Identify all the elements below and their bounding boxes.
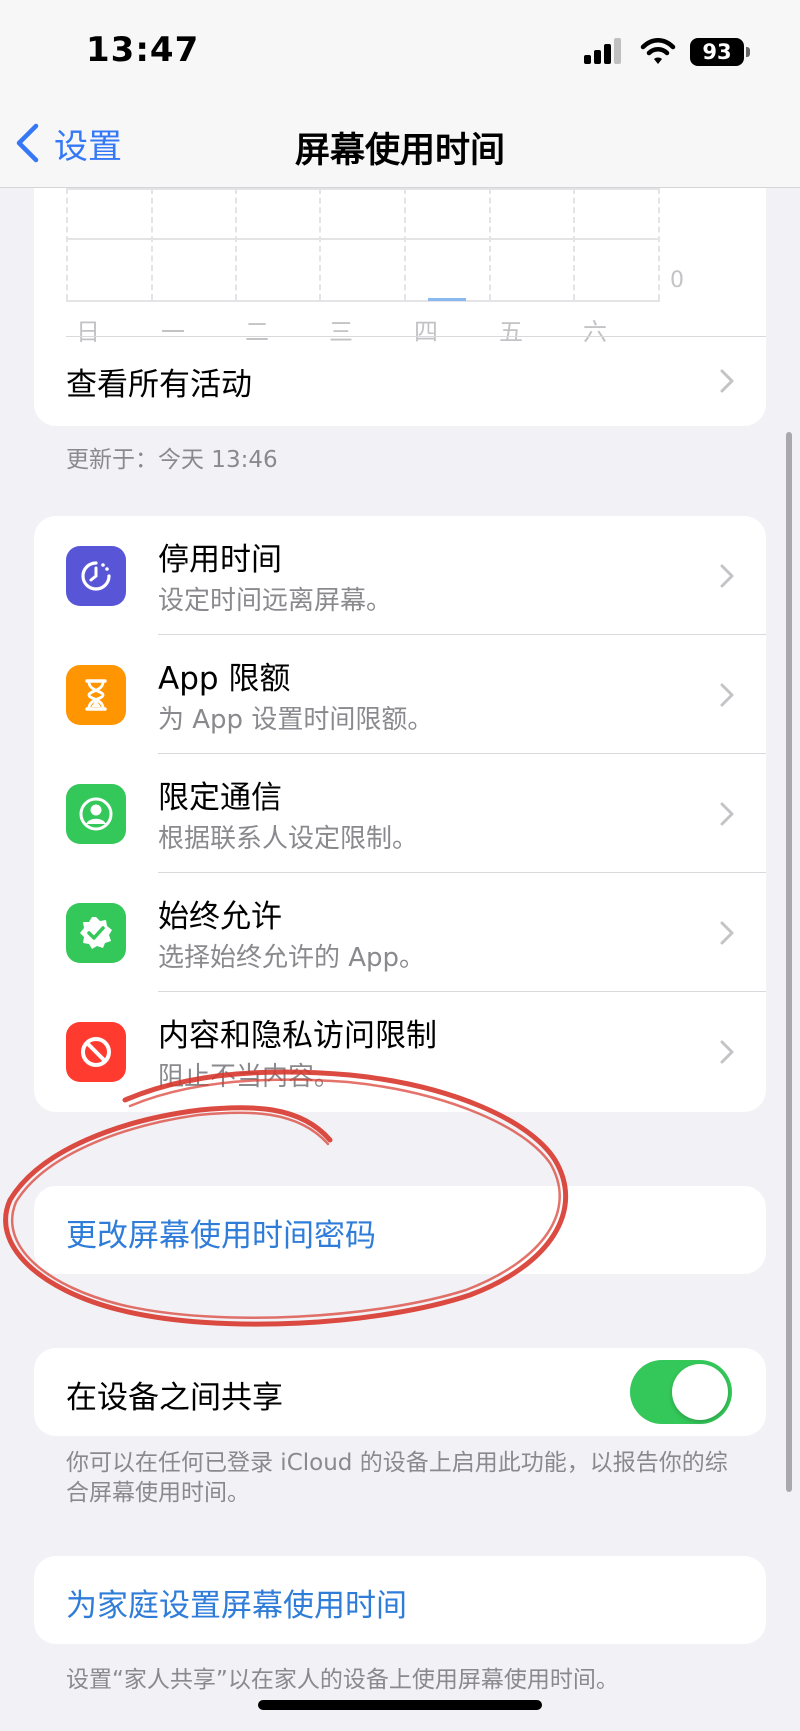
feature-title: 始终允许 [158,899,282,935]
see-all-activity-row[interactable]: 查看所有活动 [66,336,766,426]
chart-day-divider [151,188,153,300]
y-axis-zero-label: 0 [670,268,684,293]
app-limits-row[interactable]: App 限额 为 App 设置时间限额。 [34,635,766,754]
see-all-activity-label: 查看所有活动 [66,366,252,403]
toggle-knob [672,1364,728,1420]
feature-subtitle: 选择始终允许的 App。 [158,943,426,973]
share-toggle[interactable] [630,1360,732,1424]
battery-icon: 93 [690,38,744,66]
chart-day-divider [573,188,575,300]
family-setup-label: 为家庭设置屏幕使用时间 [66,1588,407,1624]
chevron-right-icon [720,683,734,707]
chart-day-divider [66,188,68,300]
navigation-bar: 设置 屏幕使用时间 [0,100,800,188]
feature-title: App 限额 [158,661,291,697]
share-across-devices-label: 在设备之间共享 [66,1380,283,1416]
family-setup-button[interactable]: 为家庭设置屏幕使用时间 [34,1556,766,1644]
chevron-right-icon [720,369,734,393]
downtime-icon [66,546,126,606]
prohibited-icon [66,1022,126,1082]
chart-gridline [66,238,660,240]
today-bar [428,298,466,301]
page-title: 屏幕使用时间 [294,131,505,171]
clock: 13:47 [86,30,200,70]
chart-day-divider [319,188,321,300]
cellular-signal-icon [584,38,626,64]
home-indicator[interactable] [258,1700,542,1710]
communication-limits-row[interactable]: 限定通信 根据联系人设定限制。 [34,754,766,873]
share-across-devices-row: 在设备之间共享 [34,1348,766,1436]
battery-tip [746,47,750,57]
status-bar: 13:47 93 [0,0,800,100]
family-footnote: 设置“家人共享”以在家人的设备上使用屏幕使用时间。 [66,1667,619,1693]
chart-gridline [66,188,660,190]
chevron-right-icon [720,802,734,826]
feature-subtitle: 为 App 设置时间限额。 [158,705,434,735]
feature-title: 停用时间 [158,542,282,578]
wifi-icon [640,38,676,64]
chevron-right-icon [720,564,734,588]
contact-icon [66,784,126,844]
chart-baseline [66,300,660,302]
scrollbar[interactable] [786,432,792,1492]
chart-day-divider [235,188,237,300]
checkmark-badge-icon [66,903,126,963]
screen-time-page: 日一二三四五六 0 查看所有活动 更新于：今天 13:46 停用时间 设定时间远… [0,0,800,1731]
chevron-right-icon [720,921,734,945]
updated-timestamp: 更新于：今天 13:46 [66,447,278,473]
chart-day-divider [404,188,406,300]
content-privacy-row[interactable]: 内容和隐私访问限制 阻止不当内容。 [34,992,766,1111]
feature-title: 限定通信 [158,780,282,816]
chart-day-divider [658,188,660,300]
feature-subtitle: 阻止不当内容。 [158,1062,341,1092]
chart-day-divider [489,188,491,300]
change-passcode-button[interactable]: 更改屏幕使用时间密码 [34,1186,766,1274]
feature-subtitle: 设定时间远离屏幕。 [158,586,393,616]
share-footnote: 你可以在任何已登录 iCloud 的设备上启用此功能，以报告你的综合屏幕使用时间… [66,1450,728,1506]
hourglass-icon [66,665,126,725]
chevron-right-icon [720,1040,734,1064]
always-allowed-row[interactable]: 始终允许 选择始终允许的 App。 [34,873,766,992]
change-passcode-label: 更改屏幕使用时间密码 [66,1218,376,1254]
downtime-row[interactable]: 停用时间 设定时间远离屏幕。 [34,516,766,635]
usage-chart: 日一二三四五六 0 [66,188,692,346]
features-list: 停用时间 设定时间远离屏幕。 App 限额 为 App 设置时间限额。 限定通信… [34,516,766,1112]
feature-title: 内容和隐私访问限制 [158,1018,437,1054]
feature-subtitle: 根据联系人设定限制。 [158,824,419,854]
